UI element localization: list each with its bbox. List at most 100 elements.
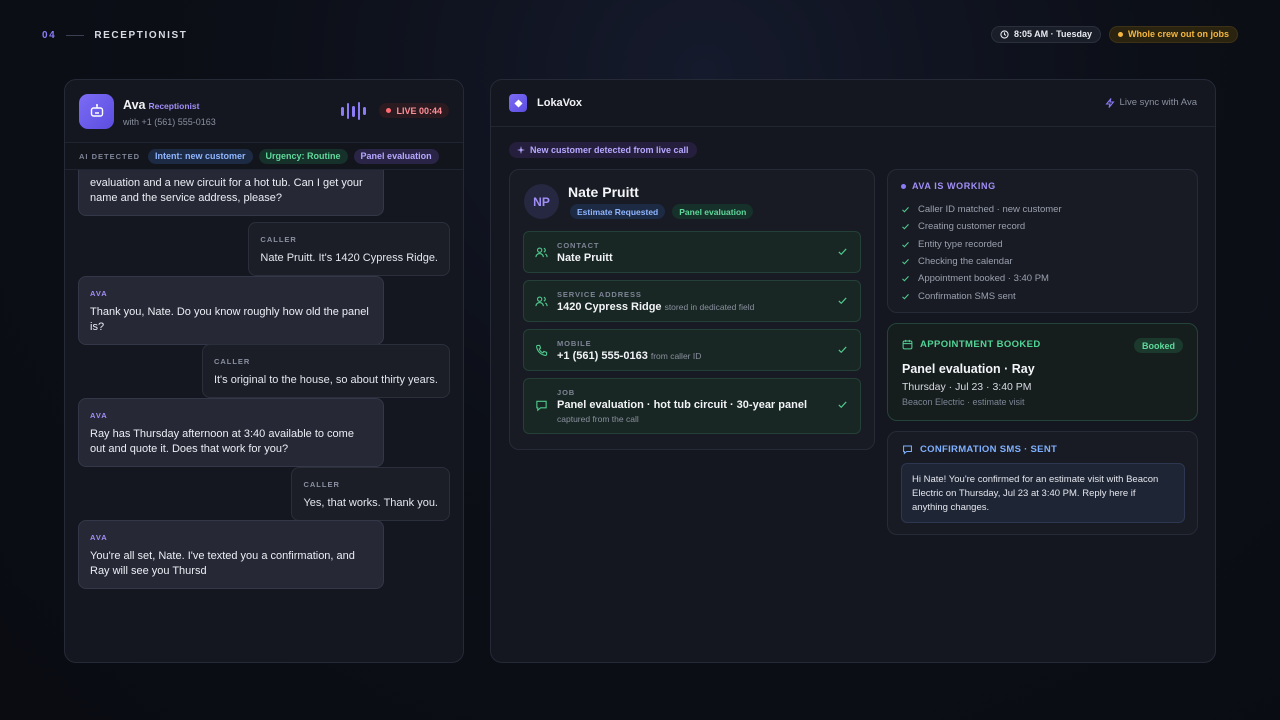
speaker-label: CALLER xyxy=(260,235,297,244)
speaker-label: AVA xyxy=(90,289,108,298)
crew-status-pill: Whole crew out on jobs xyxy=(1109,25,1238,43)
field-value-row: +1 (561) 555-0163 from caller ID xyxy=(557,350,701,362)
live-sync-status: Live sync with Ava xyxy=(1104,97,1197,108)
step-item: Creating customer record xyxy=(901,218,1062,235)
check-icon xyxy=(902,224,909,230)
caller-number: with +1 (561) 555-0163 xyxy=(123,116,216,127)
caller-message: CALLER Yes, that works. Thank you. xyxy=(291,467,450,521)
field-label: MOBILE xyxy=(557,339,592,348)
section-title: RECEPTIONIST xyxy=(94,29,188,41)
working-title-label: AVA IS WORKING xyxy=(912,181,996,191)
appointment-company: Beacon Electric · estimate visit xyxy=(902,397,1025,407)
section-breadcrumb: 04 RECEPTIONIST xyxy=(42,30,187,41)
new-customer-banner: New customer detected from live call xyxy=(509,142,697,158)
status-dot-icon xyxy=(1118,31,1123,37)
breadcrumb-divider xyxy=(66,34,85,36)
message-icon xyxy=(536,400,547,412)
check-icon xyxy=(838,401,847,409)
job-type-tag: Panel evaluation xyxy=(353,148,439,164)
urgency-tag: Urgency: Routine xyxy=(258,148,348,164)
crm-panel: LokaVox Live sync with Ava New customer … xyxy=(490,79,1216,663)
speaker-label: AVA xyxy=(90,533,108,542)
phone-icon xyxy=(536,344,548,356)
message-icon xyxy=(903,445,912,455)
panel-evaluation-tag: Panel evaluation xyxy=(672,204,754,219)
call-panel: Ava Receptionist with +1 (561) 555-0163 L… xyxy=(64,79,464,663)
appointment-title: APPOINTMENT BOOKED xyxy=(902,339,1041,350)
live-timer: LIVE 00:44 xyxy=(396,105,442,116)
customer-avatar: NP xyxy=(524,184,559,219)
crm-header: LokaVox Live sync with Ava xyxy=(491,80,1215,127)
sms-message-body: Hi Nate! You're confirmed for an estimat… xyxy=(901,463,1185,523)
ava-message: evaluation and a new circuit for a hot t… xyxy=(78,170,384,216)
ai-detected-bar: AI DETECTED Intent: new customer Urgency… xyxy=(65,142,463,170)
step-label: Checking the calendar xyxy=(918,256,1013,268)
customer-tags: Estimate Requested Panel evaluation xyxy=(570,204,754,219)
caller-info: Ava Receptionist with +1 (561) 555-0163 xyxy=(123,96,216,127)
live-dot-icon xyxy=(386,108,392,113)
check-icon xyxy=(838,346,847,354)
message-text: Thank you, Nate. Do you know roughly how… xyxy=(90,306,369,333)
field-value: Panel evaluation · hot tub circuit · 30-… xyxy=(557,399,808,411)
check-icon xyxy=(838,297,847,305)
field-value: 1420 Cypress Ridge xyxy=(557,301,662,313)
check-icon xyxy=(902,259,909,265)
ava-avatar xyxy=(79,93,114,129)
field-note: stored in dedicated field xyxy=(664,302,755,312)
appointment-title-label: APPOINTMENT BOOKED xyxy=(920,339,1041,350)
sms-confirmation-card: CONFIRMATION SMS · SENT Hi Nate! You're … xyxy=(887,431,1198,535)
customer-card: NP Nate Pruitt Estimate Requested Panel … xyxy=(509,169,875,450)
caller-message: CALLER It's original to the house, so ab… xyxy=(201,344,450,398)
appointment-card[interactable]: APPOINTMENT BOOKED Booked Panel evaluati… xyxy=(887,323,1198,421)
step-item: Checking the calendar xyxy=(901,253,1062,270)
speaker-label: AVA xyxy=(90,411,108,420)
customer-name: Nate Pruitt xyxy=(568,184,639,200)
step-label: Entity type recorded xyxy=(918,238,1003,250)
mobile-field[interactable]: MOBILE +1 (561) 555-0163 from caller ID xyxy=(523,329,861,371)
ava-message: AVA Thank you, Nate. Do you know roughly… xyxy=(78,276,384,345)
contact-field[interactable]: CONTACT Nate Pruitt xyxy=(523,231,861,273)
intent-tag: Intent: new customer xyxy=(148,148,253,164)
ai-detected-label: AI DETECTED xyxy=(79,151,141,161)
field-value: +1 (561) 555-0163 xyxy=(557,350,648,362)
field-value-row: 1420 Cypress Ridge stored in dedicated fi… xyxy=(557,301,754,313)
section-number: 04 xyxy=(42,29,57,41)
agent-name: Ava xyxy=(123,97,146,112)
step-item: Entity type recorded xyxy=(901,236,1062,253)
ava-working-card: AVA IS WORKING Caller ID matched · new c… xyxy=(887,169,1198,313)
message-text: It's original to the house, so about thi… xyxy=(213,374,438,386)
lokavox-logo-icon xyxy=(509,94,527,112)
sms-title: CONFIRMATION SMS · SENT xyxy=(902,444,1057,455)
time-label: 8:05 AM · Tuesday xyxy=(1013,29,1092,39)
booked-badge: Booked xyxy=(1133,338,1183,353)
step-label: Confirmation SMS sent xyxy=(918,290,1016,302)
estimate-requested-tag: Estimate Requested xyxy=(570,204,666,219)
users-icon xyxy=(535,296,548,307)
field-label: JOB xyxy=(557,388,576,397)
field-note: from caller ID xyxy=(650,351,702,361)
bolt-icon xyxy=(1104,97,1115,108)
field-value: Nate Pruitt xyxy=(557,252,613,264)
time-pill: 8:05 AM · Tuesday xyxy=(990,25,1101,43)
speaker-label: CALLER xyxy=(213,357,251,366)
transcript[interactable]: evaluation and a new circuit for a hot t… xyxy=(65,170,463,662)
step-item: Confirmation SMS sent xyxy=(901,287,1062,304)
clock-icon xyxy=(1000,29,1009,39)
field-label: SERVICE ADDRESS xyxy=(557,290,642,299)
step-item: Caller ID matched · new customer xyxy=(901,201,1062,218)
check-icon xyxy=(902,276,909,282)
appointment-time: Thursday · Jul 23 · 3:40 PM xyxy=(902,381,1032,393)
job-field[interactable]: JOB Panel evaluation · hot tub circuit ·… xyxy=(523,378,861,434)
working-dot-icon xyxy=(901,183,906,189)
sparkle-icon xyxy=(517,146,525,154)
live-call-badge: LIVE 00:44 xyxy=(379,103,449,118)
users-icon xyxy=(535,247,548,258)
appointment-headline: Panel evaluation · Ray xyxy=(902,362,1035,376)
check-icon xyxy=(902,207,909,213)
crew-status-label: Whole crew out on jobs xyxy=(1128,29,1229,39)
sync-label: Live sync with Ava xyxy=(1119,97,1197,108)
message-text: You're all set, Nate. I've texted you a … xyxy=(90,550,355,577)
step-label: Appointment booked · 3:40 PM xyxy=(918,273,1049,285)
message-text: evaluation and a new circuit for a hot t… xyxy=(90,177,363,204)
service-address-field[interactable]: SERVICE ADDRESS 1420 Cypress Ridge stored… xyxy=(523,280,861,322)
